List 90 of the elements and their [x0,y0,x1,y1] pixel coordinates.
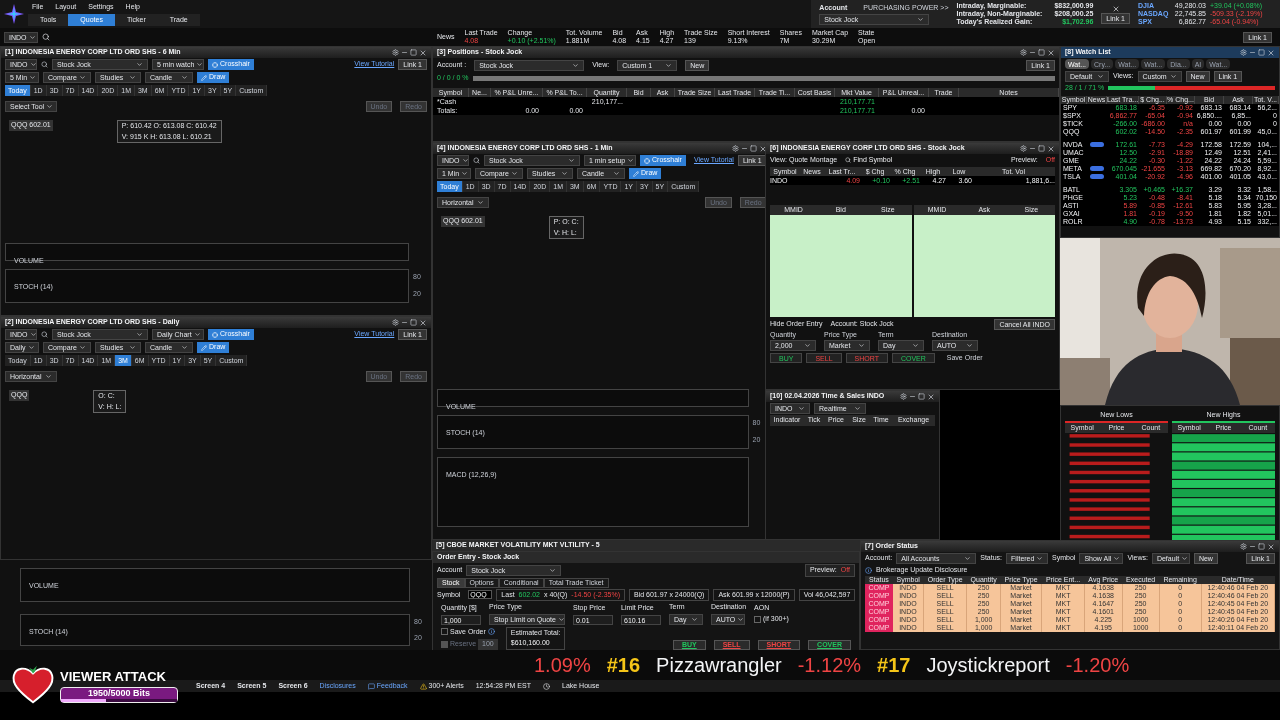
maximize-icon[interactable] [1038,145,1045,152]
news-badge-icon[interactable] [1090,142,1104,147]
maximize-icon[interactable] [1038,49,1045,56]
settings-icon[interactable] [1020,145,1027,152]
checkbox[interactable] [441,628,448,636]
minimize-icon[interactable] [401,319,408,326]
overlay-title: VIEWER ATTACK [60,668,167,687]
caret-icon [549,566,557,574]
maximize-icon[interactable] [1258,49,1265,56]
close-icon[interactable] [1047,48,1055,57]
crosshair-icon [212,61,218,68]
settings-icon[interactable] [392,319,399,326]
pencil-icon [201,344,207,351]
pencil-icon [633,170,639,177]
caret-icon [798,405,805,412]
ticker-text: -1.12% [797,653,862,678]
caret-icon [858,342,865,349]
caret-icon [181,74,188,81]
clock-icon [543,682,550,690]
search-icon [845,157,852,164]
settings-icon[interactable] [731,145,739,152]
close-icon[interactable] [1267,48,1275,57]
caret-icon [1113,555,1121,562]
close-icon[interactable] [1111,4,1120,13]
caret-icon [79,74,86,81]
caret-icon [1036,555,1044,562]
search-icon[interactable] [41,331,48,338]
info-icon [487,628,495,636]
crosshair-icon [644,157,650,164]
caret-icon [477,199,484,206]
caret-icon [511,170,518,177]
maximize-icon[interactable] [410,49,417,56]
close-icon[interactable] [758,144,767,153]
caret-icon [804,342,811,349]
caret-icon [912,342,919,349]
minimize-icon[interactable] [740,145,748,152]
pencil-icon [201,74,207,81]
settings-icon[interactable] [1240,543,1247,550]
caret-icon [79,344,86,351]
caret-icon [45,373,52,380]
warning-icon [419,682,427,690]
minimize-icon[interactable] [909,393,916,400]
search-icon[interactable] [41,61,48,68]
caret-icon [854,405,861,412]
ticker-text: #16 [606,653,641,678]
maximize-icon[interactable] [918,393,925,400]
minimize-icon[interactable] [1249,49,1256,56]
settings-icon[interactable] [392,49,399,56]
caret-icon [966,342,973,349]
ticker-text: -1.20% [1065,653,1130,678]
close-icon[interactable] [1267,542,1275,551]
bits-progress-label: 1950/5000 Bits [86,687,151,699]
caret-icon [1097,73,1104,80]
caret-icon [1181,555,1189,562]
caret-icon [572,62,580,69]
close-icon[interactable] [419,318,427,327]
caret-icon [691,615,698,623]
news-badge-icon[interactable] [1090,166,1104,171]
caret-icon [28,33,36,41]
ticker-text: #17 [877,653,911,678]
caret-icon [557,615,565,623]
close-icon[interactable] [927,392,935,401]
maximize-icon[interactable] [410,319,417,326]
crosshair-icon [212,331,218,338]
caret-icon [1169,73,1177,80]
caret-icon [917,16,925,24]
minimize-icon[interactable] [1249,543,1256,550]
search-icon[interactable] [473,157,480,164]
settings-icon[interactable] [1240,49,1247,56]
news-badge-icon[interactable] [1090,174,1104,179]
ticker-text: 1.09% [534,653,591,678]
caret-icon [737,615,745,623]
chat-icon [367,682,375,690]
minimize-icon[interactable] [1029,145,1036,152]
caret-icon [964,555,972,562]
ticker-text: Pizzawrangler [656,653,782,678]
ticker-text: Joystickreport [926,653,1050,678]
search-icon[interactable] [42,33,50,41]
maximize-icon[interactable] [749,145,757,152]
close-icon[interactable] [1047,144,1055,153]
settings-icon[interactable] [1020,49,1027,56]
minimize-icon[interactable] [1029,49,1036,56]
close-icon[interactable] [419,48,427,57]
minimize-icon[interactable] [401,49,408,56]
maximize-icon[interactable] [1258,543,1265,550]
info-icon [865,566,872,574]
caret-icon [46,103,54,110]
settings-icon[interactable] [900,393,907,400]
caret-icon [665,62,673,69]
checkbox[interactable] [754,615,762,623]
